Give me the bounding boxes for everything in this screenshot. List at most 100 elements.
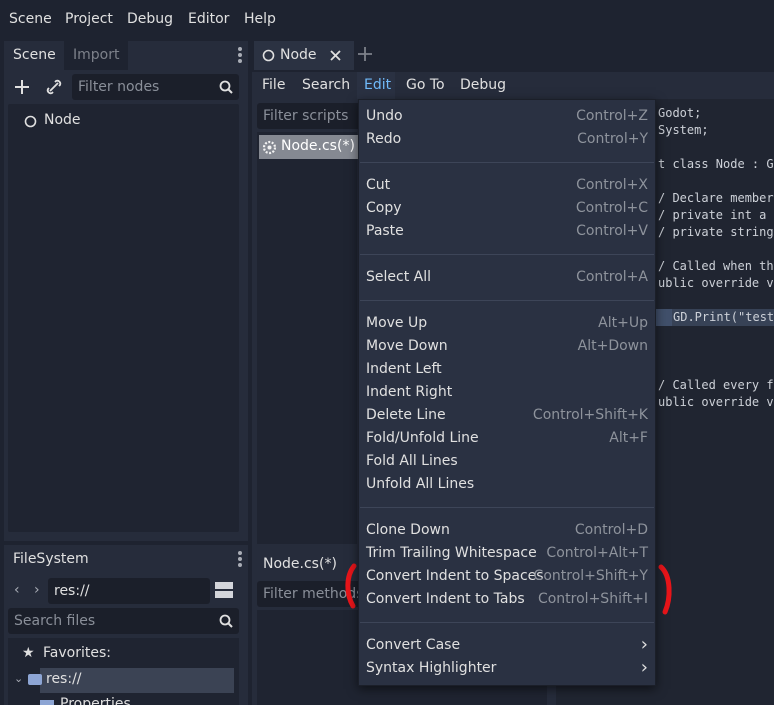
close-icon[interactable]: [330, 50, 341, 61]
menu-item-label: Undo: [366, 108, 403, 124]
menu-item-label: Fold/Unfold Line: [366, 430, 479, 446]
menu-item-shortcut: Alt+Down: [577, 338, 648, 354]
menu-help[interactable]: Help: [244, 11, 276, 27]
tree-node-root[interactable]: Node: [24, 112, 224, 130]
script-list-item[interactable]: Node.cs(*): [259, 135, 358, 159]
menu-item-label: Trim Trailing Whitespace: [366, 545, 537, 561]
menu-item-delete-line[interactable]: Delete Line Control+Shift+K: [359, 404, 655, 426]
add-node-icon[interactable]: [12, 77, 32, 97]
script-menu-debug[interactable]: Debug: [460, 77, 506, 93]
menu-item-shortcut: Control+Y: [577, 131, 648, 147]
forward-icon[interactable]: ›: [34, 582, 40, 598]
code-line: / private int a =: [658, 208, 774, 222]
menu-item-label: Fold All Lines: [366, 453, 458, 469]
search-files-input[interactable]: Search files: [8, 608, 239, 634]
menu-item-paste[interactable]: Paste Control+V: [359, 220, 655, 242]
menu-item-shortcut: Alt+F: [609, 430, 648, 446]
tab-filesystem[interactable]: FileSystem: [4, 545, 98, 574]
menu-item-label: Convert Case: [366, 637, 461, 653]
back-icon[interactable]: ‹: [14, 582, 20, 598]
menu-debug[interactable]: Debug: [127, 11, 173, 27]
menu-separator: [360, 622, 654, 623]
menu-item-convert-indent-to-spaces[interactable]: Convert Indent to Spaces Control+Shift+Y: [359, 565, 655, 587]
menu-item-syntax-highlighter[interactable]: Syntax Highlighter ›: [359, 657, 655, 679]
code-line: Godot;: [658, 106, 702, 120]
menu-separator: [360, 162, 654, 163]
path-field[interactable]: res://: [48, 578, 210, 604]
script-menu-file[interactable]: File: [262, 77, 285, 93]
menu-item-shortcut: Control+Shift+Y: [533, 568, 648, 584]
menu-item-trim-trailing-whitespace[interactable]: Trim Trailing Whitespace Control+Alt+T: [359, 542, 655, 564]
code-line: t class Node : God: [658, 157, 774, 171]
script-menu-edit[interactable]: Edit: [364, 77, 391, 93]
menu-item-fold-all-lines[interactable]: Fold All Lines: [359, 450, 655, 472]
node-circle-icon: [24, 115, 37, 128]
menu-project[interactable]: Project: [65, 11, 113, 27]
dock-menu-icon[interactable]: [238, 47, 242, 65]
link-icon[interactable]: [44, 77, 64, 97]
menu-editor[interactable]: Editor: [188, 11, 229, 27]
menu-item-clone-down[interactable]: Clone Down Control+D: [359, 519, 655, 541]
menu-item-label: Redo: [366, 131, 402, 147]
favorites-row[interactable]: ★ Favorites:: [22, 645, 111, 661]
search-icon: [219, 614, 233, 628]
menu-item-shortcut: Control+V: [576, 223, 648, 239]
menu-item-label: Paste: [366, 223, 404, 239]
script-list: [257, 132, 357, 544]
tab-import[interactable]: Import: [64, 41, 129, 70]
annotation-mark-left: [345, 563, 357, 609]
menu-item-indent-right[interactable]: Indent Right: [359, 381, 655, 403]
indent-highlight: [656, 309, 672, 326]
menu-item-convert-indent-to-tabs[interactable]: Convert Indent to Tabs Control+Shift+I: [359, 588, 655, 610]
edit-menu-popup: Undo Control+Z Redo Control+Y Cut Control+X Co…: [358, 99, 656, 686]
chevron-down-icon[interactable]: ⌄: [14, 672, 23, 685]
menu-item-select-all[interactable]: Select All Control+A: [359, 266, 655, 288]
menu-item-label: Select All: [366, 269, 431, 285]
menu-separator: [360, 254, 654, 255]
add-tab-icon[interactable]: [355, 44, 375, 64]
node-circle-icon: [262, 49, 275, 62]
menu-item-label: Convert Indent to Spaces: [366, 568, 544, 584]
annotation-mark-right: [658, 564, 672, 615]
file-tree: ★ Favorites: ⌄ res:// Properties: [8, 638, 239, 705]
script-menu-goto[interactable]: Go To: [406, 77, 445, 93]
menu-item-unfold-all-lines[interactable]: Unfold All Lines: [359, 473, 655, 495]
submenu-arrow-icon: ›: [640, 657, 648, 678]
menu-item-label: Indent Left: [366, 361, 442, 377]
menu-item-shortcut: Control+X: [576, 177, 648, 193]
filter-scripts-input[interactable]: Filter scripts: [257, 103, 367, 129]
menu-item-indent-left[interactable]: Indent Left: [359, 358, 655, 380]
submenu-arrow-icon: ›: [640, 634, 648, 655]
filesystem-dock: FileSystem ‹ › res:// Search files ★ Fav…: [4, 545, 248, 705]
menu-item-convert-case[interactable]: Convert Case ›: [359, 634, 655, 656]
menu-item-label: Convert Indent to Tabs: [366, 591, 525, 607]
menu-item-move-up[interactable]: Move Up Alt+Up: [359, 312, 655, 334]
menu-item-label: Cut: [366, 177, 391, 193]
script-menu-search[interactable]: Search: [302, 77, 350, 93]
menu-item-label: Copy: [366, 200, 402, 216]
code-line: / Declare member v: [658, 191, 774, 205]
code-line: ublic override vo: [658, 276, 774, 290]
menu-item-label: Clone Down: [366, 522, 450, 538]
folder-icon: [40, 700, 54, 705]
menu-item-cut[interactable]: Cut Control+X: [359, 174, 655, 196]
menu-item-label: Unfold All Lines: [366, 476, 475, 492]
menu-separator: [360, 300, 654, 301]
gear-script-icon: [262, 140, 277, 155]
menu-item-label: Move Down: [366, 338, 448, 354]
tab-scene[interactable]: Scene: [4, 41, 65, 70]
menu-item-label: Delete Line: [366, 407, 446, 423]
menu-item-undo[interactable]: Undo Control+Z: [359, 105, 655, 127]
menu-separator: [360, 507, 654, 508]
menu-scene[interactable]: Scene: [9, 11, 52, 27]
menu-item-copy[interactable]: Copy Control+C: [359, 197, 655, 219]
menu-item-fold-unfold-line[interactable]: Fold/Unfold Line Alt+F: [359, 427, 655, 449]
split-view-icon[interactable]: [215, 582, 233, 598]
filter-nodes-input[interactable]: Filter nodes: [72, 74, 239, 100]
menu-item-shortcut: Control+A: [576, 269, 648, 285]
menu-item-move-down[interactable]: Move Down Alt+Down: [359, 335, 655, 357]
tab-node-scene[interactable]: Node: [254, 41, 354, 70]
dock-menu-icon[interactable]: [238, 551, 242, 569]
menu-item-redo[interactable]: Redo Control+Y: [359, 128, 655, 150]
menu-item-shortcut: Control+Shift+K: [532, 407, 648, 423]
